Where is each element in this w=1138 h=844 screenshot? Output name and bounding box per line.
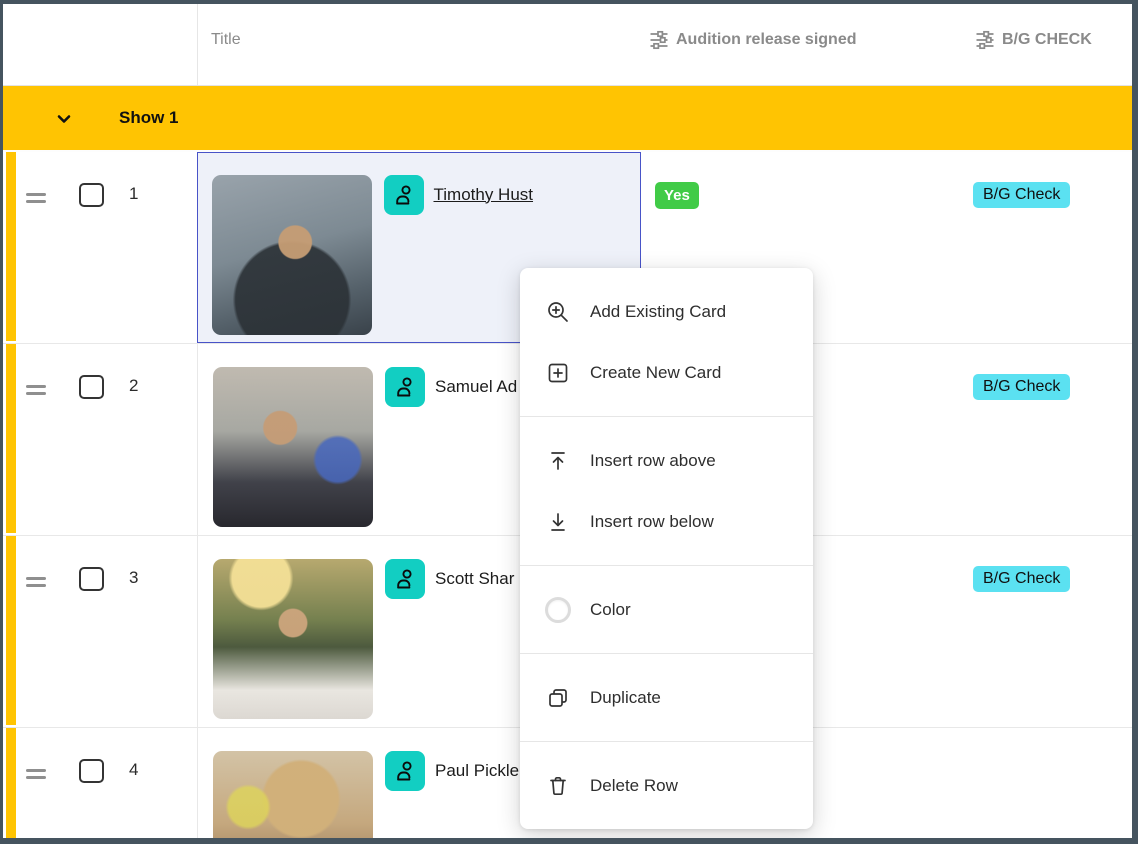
chevron-down-icon[interactable]	[54, 109, 74, 129]
column-bg-check-label: B/G CHECK	[1002, 31, 1092, 48]
arrow-up-from-line-icon	[545, 448, 571, 474]
plus-square-icon	[545, 360, 571, 386]
person-card-icon[interactable]	[385, 367, 425, 407]
menu-divider	[520, 741, 813, 742]
row-checkbox[interactable]	[79, 375, 104, 399]
bg-check-badge[interactable]: B/G Check	[973, 566, 1071, 592]
row-context-menu: Add Existing Card Create New Card Insert…	[520, 268, 813, 829]
menu-item-label: Insert row below	[590, 511, 714, 531]
menu-item-duplicate[interactable]: Duplicate	[520, 667, 813, 728]
menu-divider	[520, 565, 813, 566]
table-content: Title Audition release signed B/G CHECK …	[3, 4, 1132, 838]
menu-item-color[interactable]: Color	[520, 579, 813, 640]
color-swatch-circle-icon	[545, 596, 571, 623]
audition-signed-badge[interactable]: Yes	[655, 182, 699, 209]
sliders-filter-icon	[975, 30, 995, 50]
column-header-title[interactable]: Title	[211, 30, 241, 50]
group-color-strip	[6, 536, 16, 725]
drag-handle-icon[interactable]	[26, 385, 46, 395]
menu-item-insert-row-below[interactable]: Insert row below	[520, 491, 813, 552]
group-row-show-1[interactable]: Show 1	[3, 86, 1132, 152]
actor-photo[interactable]	[213, 559, 373, 719]
row-number: 1	[129, 184, 139, 203]
row-checkbox[interactable]	[79, 567, 104, 591]
arrow-down-to-line-icon	[545, 509, 571, 535]
menu-item-label: Add Existing Card	[590, 301, 727, 321]
bg-check-badge[interactable]: B/G Check	[973, 374, 1071, 400]
bg-check-badge[interactable]: B/G Check	[973, 182, 1071, 208]
row-checkbox[interactable]	[79, 759, 104, 783]
magnifier-plus-icon	[545, 299, 571, 325]
drag-handle-icon[interactable]	[26, 193, 46, 203]
card-name-link[interactable]: Timothy Hust	[434, 175, 534, 215]
row-checkbox[interactable]	[79, 183, 104, 207]
table-header: Title Audition release signed B/G CHECK	[3, 4, 1132, 86]
row-number: 4	[129, 760, 139, 779]
group-label: Show 1	[119, 108, 179, 127]
group-color-strip	[6, 344, 16, 533]
actor-photo[interactable]	[211, 174, 372, 335]
casting-table-window: Title Audition release signed B/G CHECK …	[0, 0, 1138, 844]
drag-handle-icon[interactable]	[26, 577, 46, 587]
column-header-audition[interactable]: Audition release signed	[649, 30, 856, 50]
row-number: 2	[129, 376, 139, 395]
group-color-strip	[6, 728, 16, 838]
column-header-bg-check[interactable]: B/G CHECK	[975, 30, 1092, 50]
menu-item-label: Insert row above	[590, 450, 716, 470]
duplicate-icon	[545, 685, 571, 711]
person-card-icon[interactable]	[383, 174, 424, 215]
menu-item-add-existing-card[interactable]: Add Existing Card	[520, 281, 813, 342]
group-color-strip	[6, 152, 16, 341]
column-audition-label: Audition release signed	[676, 31, 857, 48]
card-name-link[interactable]: Samuel Ad	[435, 367, 517, 407]
menu-item-create-new-card[interactable]: Create New Card	[520, 342, 813, 403]
column-divider	[197, 4, 198, 85]
trash-icon	[545, 773, 571, 799]
card-name-link[interactable]: Paul Pickle	[435, 751, 519, 791]
menu-item-label: Delete Row	[590, 775, 678, 795]
person-card-icon[interactable]	[385, 751, 425, 791]
menu-divider	[520, 416, 813, 417]
menu-item-delete-row[interactable]: Delete Row	[520, 755, 813, 816]
menu-item-label: Duplicate	[590, 687, 661, 707]
menu-item-label: Color	[590, 599, 631, 619]
actor-photo[interactable]	[213, 367, 373, 527]
sliders-filter-icon	[649, 30, 669, 50]
menu-divider	[520, 653, 813, 654]
card-name-link[interactable]: Scott Shar	[435, 559, 514, 599]
menu-item-label: Create New Card	[590, 362, 722, 382]
drag-handle-icon[interactable]	[26, 769, 46, 779]
menu-item-insert-row-above[interactable]: Insert row above	[520, 430, 813, 491]
person-card-icon[interactable]	[385, 559, 425, 599]
column-title-label: Title	[211, 31, 241, 48]
row-number: 3	[129, 568, 139, 587]
actor-photo[interactable]	[213, 751, 373, 838]
